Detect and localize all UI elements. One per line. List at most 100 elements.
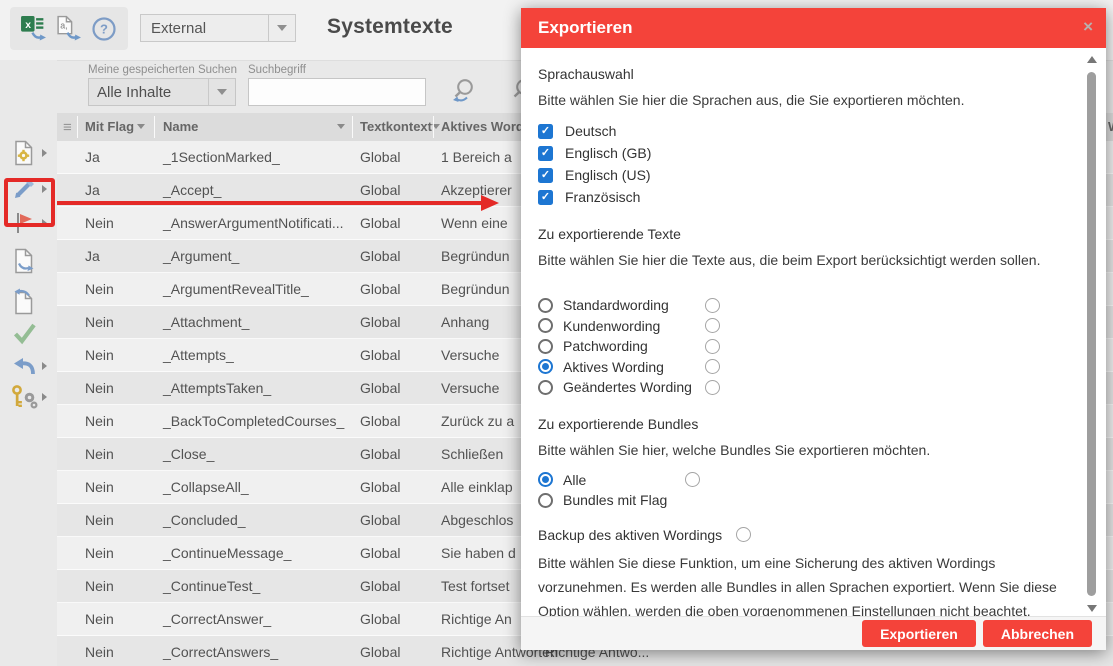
svg-text:?: ? [100,21,108,36]
option-label: Französisch [565,189,640,205]
close-icon[interactable]: × [1083,17,1093,37]
scrollbar-thumb[interactable] [1087,72,1096,596]
language-option[interactable]: Englisch (GB) [538,142,1062,164]
expander-arrow-icon[interactable] [42,149,47,157]
export-document-icon[interactable] [9,246,39,276]
table-cell: Nein [85,446,114,462]
undo-icon[interactable] [9,352,39,382]
reset-search-icon[interactable] [448,76,480,113]
table-cell: _Accept_ [163,182,221,198]
scroll-up-icon[interactable] [1087,56,1097,63]
table-cell: _Attachment_ [163,314,249,330]
expander-arrow-icon[interactable] [42,362,47,370]
scroll-down-icon[interactable] [1087,605,1097,612]
export-dialog: Exportieren × Sprachauswahl Bitte wählen… [521,8,1106,650]
checkbox-icon[interactable] [538,124,553,139]
language-option[interactable]: Englisch (US) [538,164,1062,186]
bundles-section-description: Bitte wählen Sie hier, welche Bundles Si… [538,440,1062,460]
bundle-option[interactable]: Bundles mit Flag [538,490,1062,511]
radio-icon[interactable] [538,380,553,395]
cancel-button[interactable]: Abbrechen [983,620,1092,647]
wording-option[interactable]: Aktives Wording [538,357,1062,378]
radio-icon[interactable] [538,339,553,354]
saved-searches-dropdown[interactable]: Alle Inhalte [88,78,236,106]
table-cell: Nein [85,545,114,561]
table-cell: Ja [85,182,100,198]
import-document-icon[interactable] [9,286,39,316]
table-cell: Ja [85,248,100,264]
table-cell: _CorrectAnswers_ [163,644,278,660]
table-cell: Global [360,347,400,363]
dialog-scrollbar[interactable] [1085,54,1099,614]
radio-icon[interactable] [538,472,553,487]
view-dropdown[interactable]: External [140,14,296,42]
excel-export-icon[interactable]: x [20,15,48,43]
column-header-name[interactable]: Name [163,119,198,134]
info-icon[interactable] [705,318,720,333]
table-cell: Versuche [441,380,499,396]
filter-dropdown-icon[interactable] [137,124,145,129]
info-icon[interactable] [705,380,720,395]
radio-icon[interactable] [538,359,553,374]
export-toolbar: x a, ? [10,7,128,50]
checkbox-icon[interactable] [538,146,553,161]
option-label: Kundenwording [563,318,705,334]
checkbox-icon[interactable] [538,168,553,183]
info-icon[interactable] [736,527,751,542]
language-section-description: Bitte wählen Sie hier die Sprachen aus, … [538,90,1062,110]
table-cell: Wenn eine [441,215,508,231]
chevron-down-icon[interactable] [208,79,235,105]
text-export-icon[interactable]: a, [55,15,83,43]
radio-icon[interactable] [538,298,553,313]
svg-text:a,: a, [61,21,68,31]
wording-option[interactable]: Geändertes Wording [538,377,1062,398]
left-sidebar [0,60,57,666]
info-icon[interactable] [705,298,720,313]
wording-option[interactable]: Patchwording [538,336,1062,357]
info-icon[interactable] [705,339,720,354]
permissions-key-icon[interactable] [9,382,39,412]
table-cell: Global [360,149,400,165]
texts-section-heading: Zu exportierende Texte [538,224,1062,244]
wording-option[interactable]: Standardwording [538,295,1062,316]
table-cell: Nein [85,413,114,429]
filter-dropdown-icon[interactable] [337,124,345,129]
table-cell: Begründun [441,281,510,297]
table-cell: Schließen [441,446,503,462]
language-option[interactable]: Deutsch [538,120,1062,142]
radio-icon[interactable] [538,493,553,508]
table-cell: Global [360,611,400,627]
column-header-aktives-wording[interactable]: Aktives Word [441,119,524,134]
info-icon[interactable] [705,359,720,374]
option-label: Standardwording [563,297,705,313]
table-cell: Global [360,281,400,297]
table-cell: Sie haben d [441,545,516,561]
column-header-mit-flag[interactable]: Mit Flag [85,119,134,134]
texts-section-description: Bitte wählen Sie hier die Texte aus, die… [538,250,1062,270]
export-button[interactable]: Exportieren [862,620,976,647]
bundle-option[interactable]: Alle [538,470,1062,491]
option-label: Alle [563,472,685,488]
search-input[interactable] [248,78,426,106]
table-cell: _BackToCompletedCourses_ [163,413,344,429]
table-cell: Global [360,446,400,462]
approve-check-icon[interactable] [9,318,39,348]
expander-arrow-icon[interactable] [42,393,47,401]
column-handle-icon[interactable]: ≡ [63,119,72,136]
option-label: Aktives Wording [563,359,705,375]
chevron-down-icon[interactable] [268,15,295,41]
search-term-label: Suchbegriff [248,64,306,76]
checkbox-icon[interactable] [538,190,553,205]
wording-option[interactable]: Kundenwording [538,316,1062,337]
table-cell: Nein [85,314,114,330]
help-icon[interactable]: ? [90,15,118,43]
new-document-icon[interactable] [9,138,39,168]
table-cell: _Attempts_ [163,347,234,363]
column-header-textkontext[interactable]: Textkontext [360,119,432,134]
table-cell: Nein [85,281,114,297]
language-option[interactable]: Französisch [538,186,1062,208]
table-cell: Global [360,545,400,561]
radio-icon[interactable] [538,318,553,333]
info-icon[interactable] [685,472,700,487]
table-cell: Nein [85,347,114,363]
